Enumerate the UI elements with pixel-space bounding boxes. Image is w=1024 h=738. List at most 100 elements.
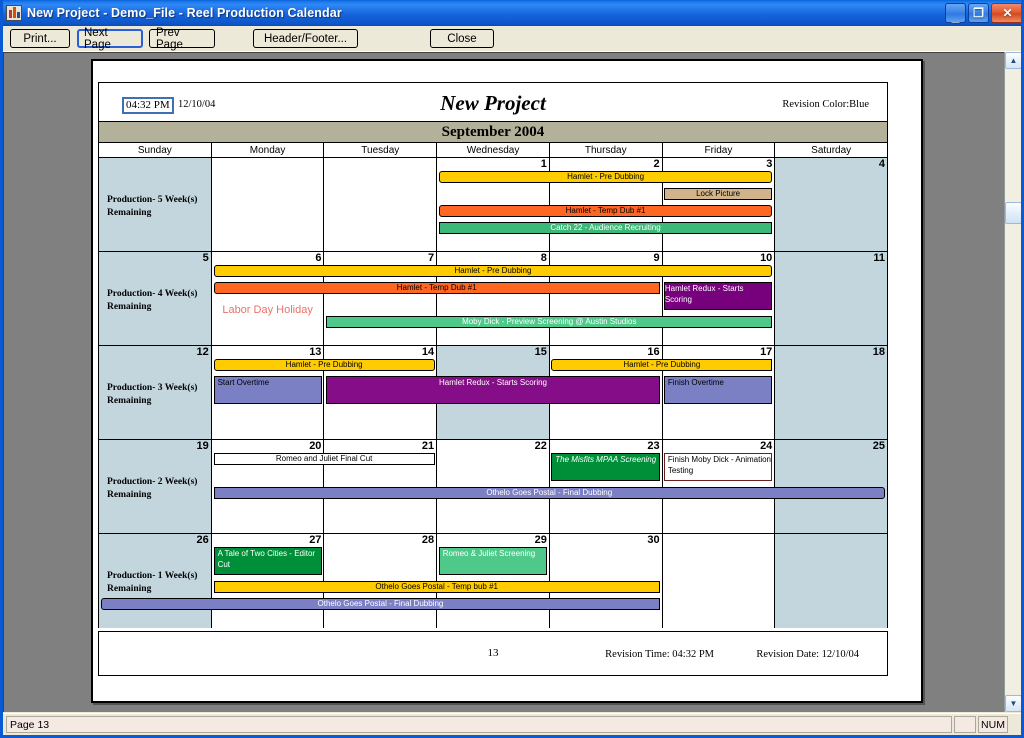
report-footer: 13 Revision Time: 04:32 PM Revision Date… — [98, 631, 888, 676]
day-number: 29 — [534, 534, 547, 546]
calendar-event-bar[interactable]: A Tale of Two Cities - Editor Cut — [213, 547, 323, 575]
event-label: Hamlet - Temp Dub #1 — [565, 206, 646, 216]
day-header-wednesday: Wednesday — [437, 143, 550, 157]
week-events: Hamlet - Pre Dubbing Hamlet - Temp Dub #1… — [99, 265, 887, 345]
day-of-week-header: Sunday Monday Tuesday Wednesday Thursday Frid… — [99, 143, 888, 158]
event-label: Hamlet Redux - Starts Scoring — [664, 284, 744, 304]
day-number: 15 — [534, 346, 547, 358]
calendar-event-bar[interactable]: Lock Picture — [663, 188, 773, 200]
status-pane-blank — [954, 716, 976, 733]
day-number: 25 — [872, 440, 886, 452]
day-number: 23 — [647, 440, 660, 452]
day-number: 26 — [196, 534, 209, 546]
preview-client-area: 04:32 PM 12/10/04 New Project Revision C… — [3, 52, 1021, 712]
event-label: The Misfits MPAA Screening — [555, 455, 657, 464]
calendar-event-bar[interactable]: Hamlet - Temp Dub #1 — [438, 205, 773, 217]
day-number: 2 — [653, 158, 660, 170]
revision-time: Revision Time: 04:32 PM — [605, 649, 714, 660]
header-footer-button[interactable]: Header/Footer... — [253, 29, 358, 48]
calendar-event-bar[interactable]: Catch 22 - Audience Recruiting — [438, 222, 773, 234]
scrollbar-thumb[interactable] — [1005, 202, 1021, 224]
event-label: Hamlet - Temp Dub #1 — [396, 283, 477, 293]
maximize-icon: ❐ — [973, 6, 984, 20]
close-window-button[interactable]: ✕ — [991, 3, 1021, 23]
calendar-event-bar[interactable]: Finish Moby Dick - Animation Testing — [663, 453, 773, 481]
calendar-event-bar[interactable]: Othelo Goes Postal - Temp bub #1 — [213, 581, 660, 593]
revision-color-label: Revision Color:Blue — [782, 99, 869, 110]
calendar-event-bar[interactable]: Start Overtime — [213, 376, 323, 404]
report-title: New Project — [440, 91, 546, 115]
calendar-event-bar[interactable]: The Misfits MPAA Screening — [551, 453, 660, 481]
day-number: 22 — [534, 440, 547, 452]
calendar-event-bar[interactable]: Moby Dick - Preview Screening @ Austin S… — [326, 316, 773, 328]
day-number: 6 — [315, 252, 322, 264]
week-events: Romeo and Juliet Final Cut The Misfits MP… — [99, 453, 887, 533]
calendar-event-bar[interactable]: Hamlet Redux - Starts Scoring — [326, 376, 660, 404]
scroll-up-button[interactable]: ▲ — [1005, 52, 1021, 69]
calendar-event-bar[interactable]: Othelo Goes Postal - Final Dubbing — [101, 598, 660, 610]
event-label: Romeo and Juliet Final Cut — [275, 454, 373, 464]
calendar-event-bar[interactable]: Hamlet - Pre Dubbing — [213, 359, 435, 371]
day-number: 19 — [196, 440, 209, 452]
week-events: Hamlet - Pre Dubbing Lock Picture Hamlet -… — [99, 171, 887, 251]
scroll-down-button[interactable]: ▼ — [1005, 695, 1021, 712]
vertical-scrollbar[interactable]: ▲ ▼ — [1004, 52, 1021, 712]
close-preview-button[interactable]: Close — [430, 29, 494, 48]
status-bar: Page 13 NUM — [3, 713, 1021, 735]
next-page-button[interactable]: Next Page — [77, 27, 143, 51]
calendar-event-bar[interactable]: Othelo Goes Postal - Final Dubbing — [213, 487, 885, 499]
event-label: Hamlet - Pre Dubbing — [454, 266, 532, 276]
day-number: 10 — [760, 252, 773, 264]
preview-window: New Project - Demo_File - Reel Productio… — [0, 0, 1024, 738]
revision-date: Revision Date: 12/10/04 — [756, 649, 859, 660]
day-number: 27 — [309, 534, 322, 546]
day-number: 7 — [428, 252, 435, 264]
maximize-button[interactable]: ❐ — [968, 3, 989, 23]
day-number: 5 — [202, 252, 209, 264]
calendar-grid: Sunday Monday Tuesday Wednesday Thursday Frid… — [98, 143, 888, 628]
calendar-event-bar[interactable]: Romeo and Juliet Final Cut — [213, 453, 435, 465]
day-number: 30 — [647, 534, 660, 546]
report-header: 04:32 PM 12/10/04 New Project Revision C… — [98, 82, 888, 122]
day-header-friday: Friday — [662, 143, 776, 157]
day-number: 21 — [421, 440, 435, 452]
chevron-up-icon: ▲ — [1009, 56, 1018, 65]
chevron-down-icon: ▼ — [1009, 699, 1018, 708]
print-button[interactable]: Print... — [10, 29, 70, 48]
event-label: Othelo Goes Postal - Final Dubbing — [486, 488, 613, 498]
window-titlebar: New Project - Demo_File - Reel Productio… — [3, 0, 1021, 26]
preview-page: 04:32 PM 12/10/04 New Project Revision C… — [91, 59, 923, 703]
status-message: Page 13 — [6, 716, 952, 733]
calendar-event-bar[interactable]: Hamlet - Pre Dubbing — [551, 359, 773, 371]
calendar-week-row: 5 Production- 4 Week(s) Remaining 6 Labor D… — [99, 252, 888, 346]
event-label: Romeo & Juliet Screening — [442, 549, 536, 558]
calendar-event-bar[interactable]: Romeo & Juliet Screening — [438, 547, 548, 575]
week-events: Hamlet - Pre Dubbing Hamlet - Pre Dubbing… — [99, 359, 887, 439]
day-number: 3 — [766, 158, 773, 170]
day-number: 14 — [421, 346, 435, 358]
calendar-event-bar[interactable]: Hamlet - Temp Dub #1 — [213, 282, 660, 294]
event-label: Moby Dick - Preview Screening @ Austin S… — [462, 317, 637, 327]
prev-page-button[interactable]: Prev Page — [149, 27, 215, 51]
calendar-event-bar[interactable]: Finish Overtime — [663, 376, 773, 404]
day-number: 4 — [878, 158, 886, 170]
print-preview-toolbar: Print... Next Page Prev Page Header/Foot… — [3, 26, 1021, 52]
minimize-button[interactable]: _ — [945, 3, 966, 23]
calendar-event-bar[interactable]: Hamlet Redux - Starts Scoring — [663, 282, 773, 310]
event-label: Finish Overtime — [667, 378, 724, 387]
day-header-sunday: Sunday — [99, 143, 212, 157]
day-number: 17 — [760, 346, 773, 358]
event-label: Lock Picture — [696, 189, 741, 199]
month-title: September 2004 — [98, 122, 888, 143]
calendar-event-bar[interactable]: Hamlet - Pre Dubbing — [213, 265, 773, 277]
day-number: 18 — [872, 346, 886, 358]
event-label: Othelo Goes Postal - Temp bub #1 — [375, 582, 498, 592]
week-events: A Tale of Two Cities - Editor Cut Romeo &… — [99, 547, 887, 627]
calendar-event-bar[interactable]: Hamlet - Pre Dubbing — [438, 171, 773, 183]
event-label: A Tale of Two Cities - Editor Cut — [217, 549, 316, 569]
window-controls: _ ❐ ✕ — [945, 3, 1021, 23]
day-header-monday: Monday — [211, 143, 325, 157]
day-number: 8 — [540, 252, 547, 264]
page-content: 04:32 PM 12/10/04 New Project Revision C… — [98, 82, 916, 687]
day-header-thursday: Thursday — [549, 143, 663, 157]
